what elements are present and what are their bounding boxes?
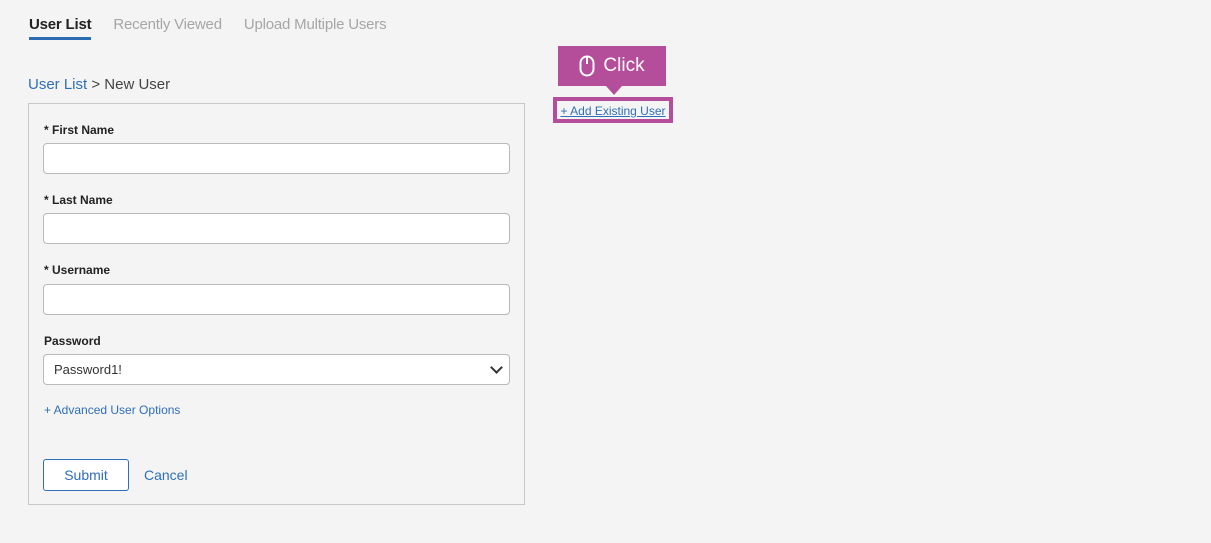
password-label: Password (44, 334, 101, 348)
new-user-form: * First Name * Last Name * Username Pass… (28, 103, 525, 505)
chevron-down-icon (490, 361, 503, 374)
first-name-label: * First Name (44, 123, 115, 137)
tab-recently-viewed[interactable]: Recently Viewed (113, 16, 222, 40)
tab-user-list[interactable]: User List (29, 16, 92, 40)
mouse-icon (579, 55, 595, 77)
breadcrumb-separator: > (91, 76, 101, 93)
breadcrumb-user-list-link[interactable]: User List (28, 76, 87, 93)
password-select[interactable]: Password1! (43, 354, 510, 385)
last-name-label: * Last Name (44, 193, 113, 207)
cancel-link[interactable]: Cancel (144, 467, 188, 483)
first-name-field[interactable] (43, 143, 510, 174)
username-label: * Username (44, 263, 111, 277)
breadcrumb: User List > New User (28, 76, 170, 93)
tab-bar: User List Recently Viewed Upload Multipl… (29, 16, 408, 40)
breadcrumb-current: New User (104, 76, 171, 93)
advanced-user-options-link[interactable]: + Advanced User Options (44, 403, 180, 417)
add-existing-user-link[interactable]: + Add Existing User (553, 97, 673, 123)
last-name-field[interactable] (43, 213, 510, 244)
submit-button[interactable]: Submit (43, 459, 129, 491)
tab-upload-multiple-users[interactable]: Upload Multiple Users (244, 16, 387, 40)
password-selected-value: Password1! (54, 362, 122, 377)
callout-label: Click (603, 55, 645, 76)
username-field[interactable] (43, 284, 510, 315)
click-callout: Click (558, 46, 666, 95)
